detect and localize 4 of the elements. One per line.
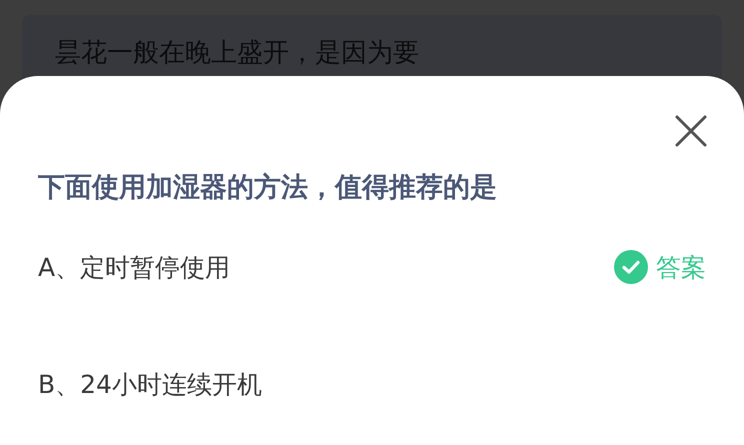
question-title: 下面使用加湿器的方法，值得推荐的是 [38,171,498,205]
answer-label: 答案 [656,252,706,284]
option-text[interactable]: B、24小时连续开机 [38,366,262,403]
option-text[interactable]: A、定时暂停使用 [38,248,230,286]
